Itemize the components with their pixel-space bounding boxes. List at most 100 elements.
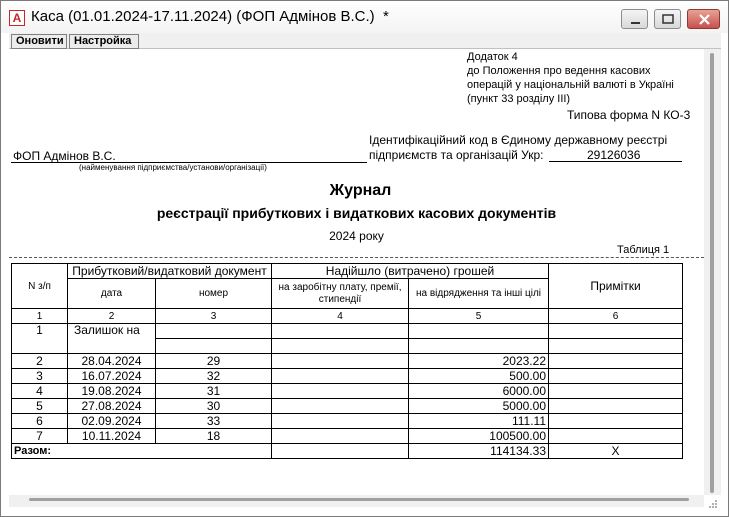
minimize-button[interactable] <box>621 9 648 29</box>
annex-line-3: операцій у національній валюті в Україні <box>467 79 674 91</box>
header-salary: на заробітну плату, премії, стипендії <box>271 278 409 309</box>
id-code-line-2: підприємств та організацій Укр: <box>369 148 544 162</box>
id-code-line-1: Ідентифікаційний код в Єдиному державном… <box>369 133 668 147</box>
window-title: Каса (01.01.2024-17.11.2024) (ФОП Адміно… <box>31 8 389 25</box>
row-num: 5 <box>11 398 68 414</box>
vertical-scroll-thumb[interactable] <box>710 53 714 493</box>
col-number: 1 <box>11 308 68 324</box>
report-window: A Каса (01.01.2024-17.11.2024) (ФОП Адмі… <box>0 0 729 517</box>
minimize-icon <box>631 22 640 24</box>
table-cell <box>408 323 549 339</box>
row-num: 4 <box>11 383 68 399</box>
table-row: 6 02.09.2024 33 111.11 <box>11 413 683 429</box>
table-cell <box>271 443 409 459</box>
row-num: 2 <box>11 353 68 369</box>
refresh-button[interactable]: Оновити <box>11 34 67 49</box>
id-code-value: 29126036 <box>587 148 641 162</box>
header-notes: Примітки <box>548 263 683 309</box>
table-cell <box>155 338 272 354</box>
row-number: 32 <box>155 368 272 384</box>
settings-button[interactable]: Настройка <box>69 34 139 49</box>
row-date: 10.11.2024 <box>67 428 156 444</box>
row-other: 6000.00 <box>408 383 549 399</box>
balance-num: 1 <box>11 323 68 354</box>
header-row-1: N з/п Прибутковий/видатковий документ На… <box>11 263 683 309</box>
row-number: 33 <box>155 413 272 429</box>
table-cell <box>408 338 549 354</box>
table-row: 3 16.07.2024 32 500.00 <box>11 368 683 384</box>
company-caption: (найменування підприємства/установи/орга… <box>79 163 267 172</box>
row-number: 29 <box>155 353 272 369</box>
row-num: 7 <box>11 428 68 444</box>
col-number: 4 <box>271 308 409 324</box>
vertical-scrollbar[interactable] <box>704 49 721 495</box>
header-doc-group: Прибутковий/видатковий документ <box>67 263 272 279</box>
annex-line-4: (пункт 33 розділу ІІІ) <box>467 93 571 105</box>
horizontal-scrollbar[interactable] <box>9 495 704 507</box>
col-number: 5 <box>408 308 549 324</box>
toolbar: Оновити Настройка <box>9 33 721 49</box>
row-date: 27.08.2024 <box>67 398 156 414</box>
row-other: 2023.22 <box>408 353 549 369</box>
row-notes <box>548 413 683 429</box>
table-cell <box>548 338 683 354</box>
report-app-icon: A <box>9 10 25 26</box>
row-num: 3 <box>11 368 68 384</box>
row-other: 5000.00 <box>408 398 549 414</box>
row-number: 31 <box>155 383 272 399</box>
balance-label: Залишок на <box>67 323 156 354</box>
row-date: 19.08.2024 <box>67 383 156 399</box>
header-date: дата <box>67 278 156 309</box>
table-row: 7 10.11.2024 18 100500.00 <box>11 428 683 444</box>
table-row: 2 28.04.2024 29 2023.22 <box>11 353 683 369</box>
balance-row: 1 Залишок на <box>11 323 683 354</box>
table-row: 4 19.08.2024 31 6000.00 <box>11 383 683 399</box>
table-cell <box>548 323 683 339</box>
id-code-underline <box>549 161 682 162</box>
maximize-button[interactable] <box>654 9 681 29</box>
header-other: на відрядження та інші цілі <box>408 278 549 309</box>
col-number: 2 <box>67 308 156 324</box>
row-notes <box>548 353 683 369</box>
row-salary <box>271 353 409 369</box>
header-money-group: Надійшло (витрачено) грошей <box>271 263 549 279</box>
table-cell <box>271 338 409 354</box>
row-date: 28.04.2024 <box>67 353 156 369</box>
row-notes <box>548 398 683 414</box>
separator-line <box>9 257 704 258</box>
row-date: 16.07.2024 <box>67 368 156 384</box>
close-button[interactable] <box>687 9 720 29</box>
row-other: 100500.00 <box>408 428 549 444</box>
table-cell <box>155 323 272 339</box>
table-cell <box>271 323 409 339</box>
row-salary <box>271 398 409 414</box>
row-notes <box>548 368 683 384</box>
journal-table: N з/п Прибутковий/видатковий документ На… <box>11 263 683 459</box>
company-name: ФОП Адмінов В.С. <box>13 149 116 163</box>
row-other: 500.00 <box>408 368 549 384</box>
row-num: 6 <box>11 413 68 429</box>
table-row: 5 27.08.2024 30 5000.00 <box>11 398 683 414</box>
journal-title: Журнал <box>329 182 392 199</box>
journal-year: 2024 року <box>329 229 384 243</box>
row-salary <box>271 368 409 384</box>
row-notes <box>548 383 683 399</box>
row-other: 111.11 <box>408 413 549 429</box>
header-number: номер <box>155 278 272 309</box>
row-salary <box>271 428 409 444</box>
col-number: 6 <box>548 308 683 324</box>
total-label: Разом: <box>11 443 272 459</box>
row-salary <box>271 413 409 429</box>
col-number: 3 <box>155 308 272 324</box>
annex-line-1: Додаток 4 <box>467 51 518 63</box>
restore-icon <box>662 14 674 24</box>
total-row: Разом: 114134.33 X <box>11 443 683 459</box>
row-number: 18 <box>155 428 272 444</box>
title-bar[interactable]: A Каса (01.01.2024-17.11.2024) (ФОП Адмі… <box>1 1 728 33</box>
report-page: Додаток 4 до Положення про ведення касов… <box>9 49 712 495</box>
row-salary <box>271 383 409 399</box>
horizontal-scroll-thumb[interactable] <box>29 498 689 501</box>
resize-grip-icon[interactable] <box>706 497 718 509</box>
table-label: Таблиця 1 <box>617 244 670 256</box>
close-icon <box>699 14 710 25</box>
